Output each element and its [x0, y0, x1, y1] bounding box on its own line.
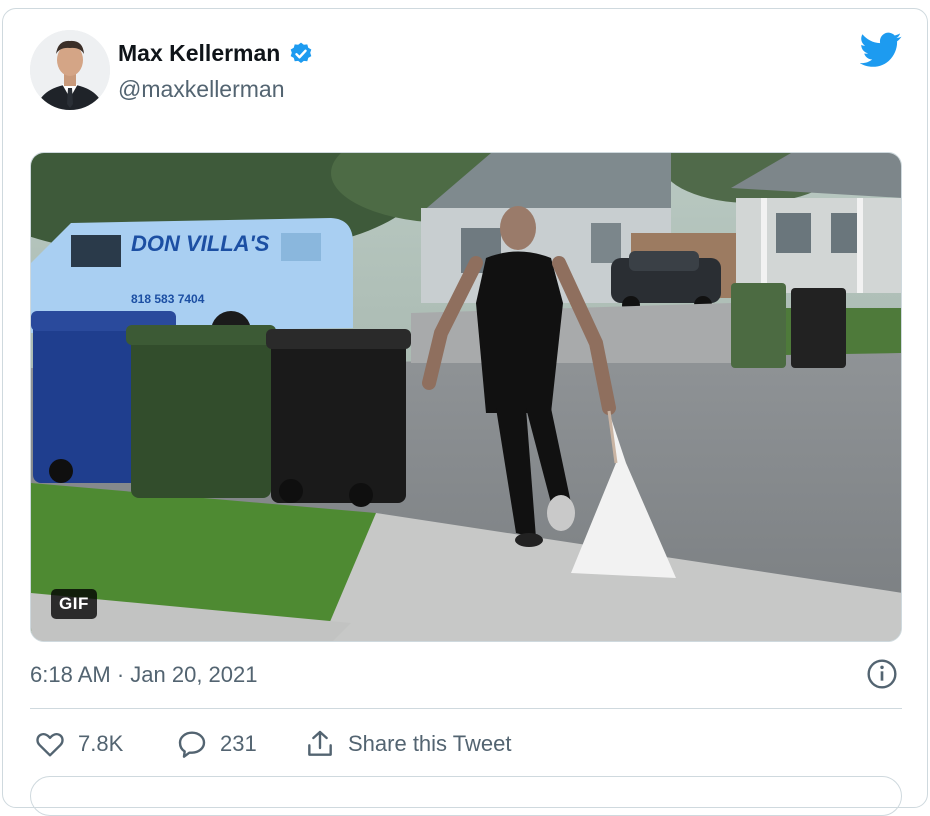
van-phone: 818 583 7404: [131, 292, 205, 306]
avatar[interactable]: [30, 30, 110, 110]
van-text: DON VILLA'S: [131, 231, 270, 256]
verified-badge-icon: [291, 42, 312, 63]
author-name[interactable]: Max Kellerman: [118, 40, 280, 67]
divider: [30, 708, 902, 709]
share-label: Share this Tweet: [348, 731, 512, 756]
share-icon: [308, 730, 332, 756]
gif-media[interactable]: DON VILLA'S 818 583 7404 GIF: [30, 152, 902, 642]
like-count: 7.8K: [78, 731, 124, 756]
reply-button[interactable]: 231: [176, 728, 257, 760]
twitter-bird-icon[interactable]: [860, 32, 902, 68]
info-icon[interactable]: [866, 658, 898, 690]
tweet-timestamp[interactable]: 6:18 AM · Jan 20, 2021: [30, 662, 258, 688]
reply-count: 231: [220, 731, 257, 756]
reply-bubble-icon: [178, 731, 206, 758]
like-button[interactable]: 7.8K: [34, 728, 123, 760]
author-handle[interactable]: @maxkellerman: [118, 76, 285, 103]
share-button[interactable]: Share this Tweet: [304, 728, 511, 760]
heart-icon: [36, 732, 64, 757]
gif-badge: GIF: [51, 589, 97, 619]
author-name-row[interactable]: Max Kellerman: [118, 40, 314, 67]
gif-frame: DON VILLA'S 818 583 7404: [31, 153, 901, 641]
avatar-image: [30, 30, 110, 110]
read-replies-button[interactable]: [30, 776, 902, 816]
